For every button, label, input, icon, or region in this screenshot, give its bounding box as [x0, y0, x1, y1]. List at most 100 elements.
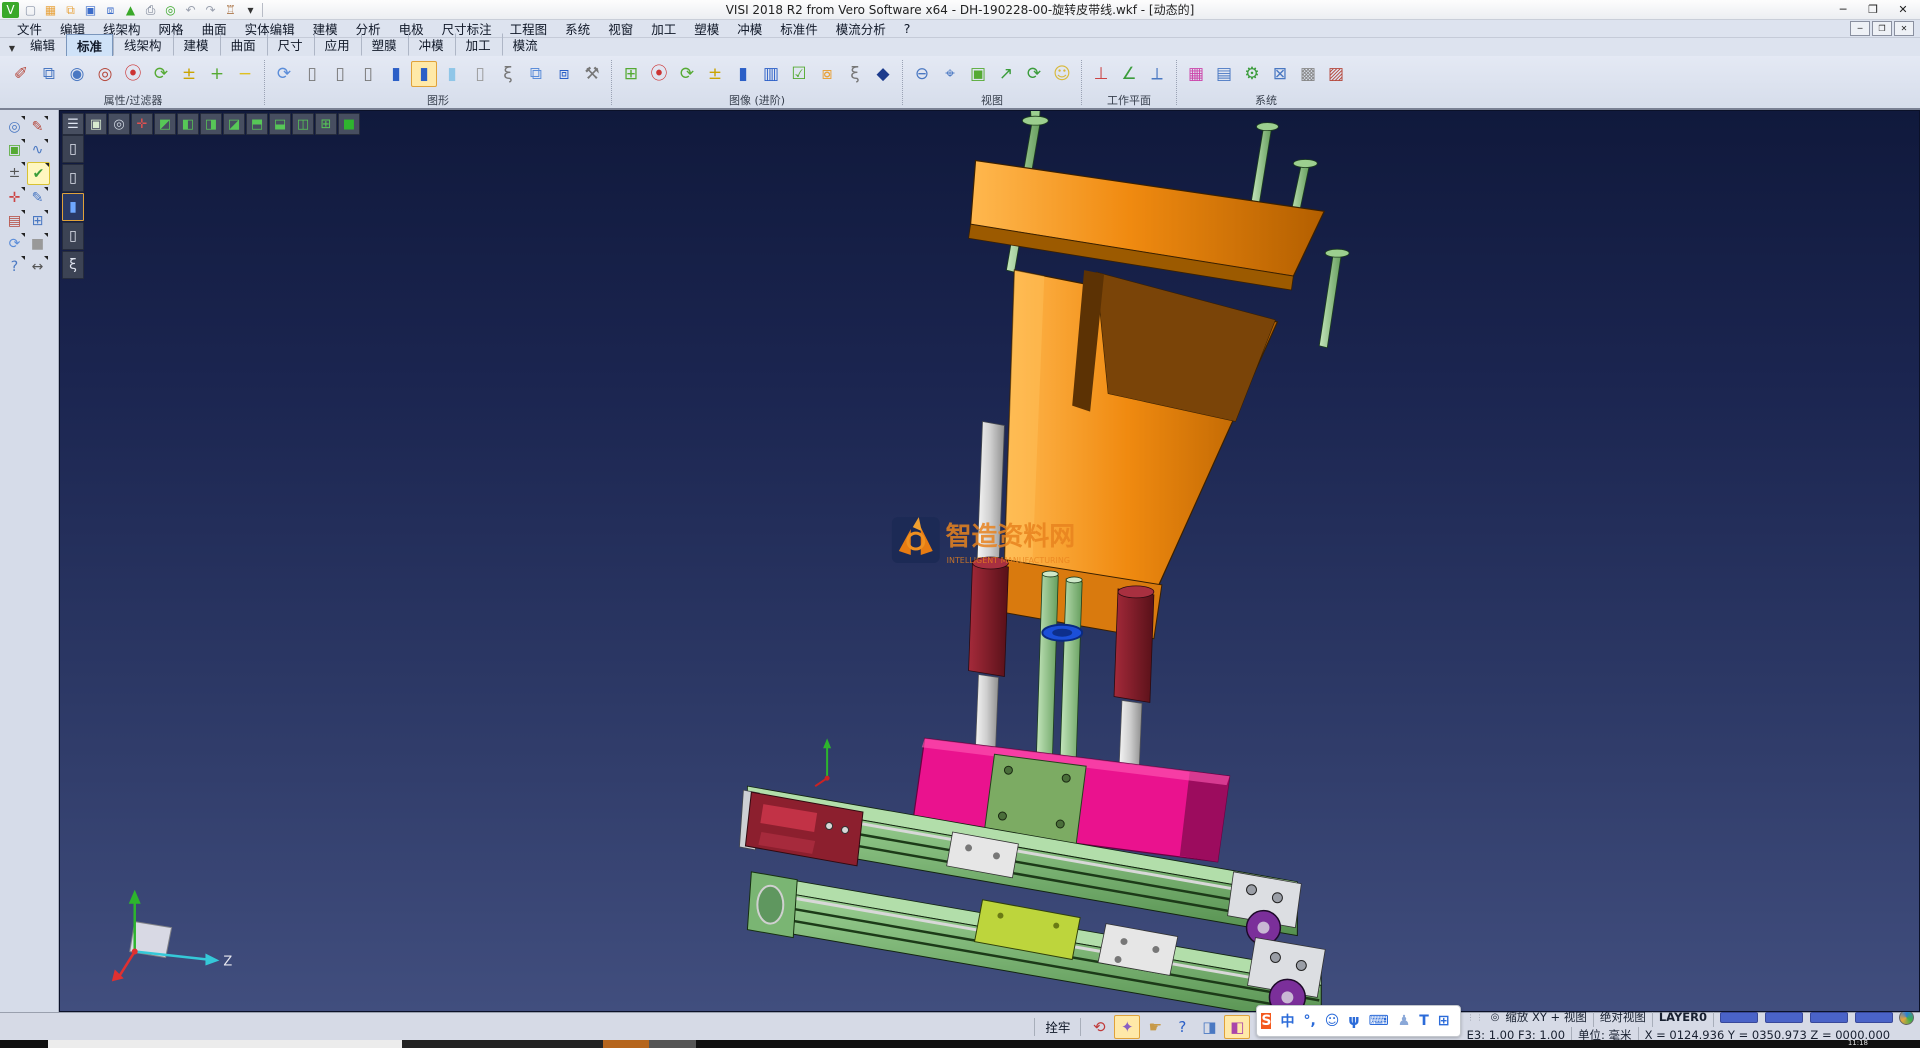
layer-color-swatch[interactable] [1765, 1012, 1803, 1023]
open-folder-icon[interactable]: ▦ [42, 2, 59, 18]
taskbar-segment[interactable] [649, 1040, 696, 1048]
solid-cube-icon[interactable]: ■ [27, 233, 48, 254]
status-help-icon[interactable]: ? [1170, 1016, 1194, 1038]
selection-grid-icon[interactable]: ▩ [1295, 61, 1321, 87]
coil-icon[interactable]: ξ [62, 251, 84, 279]
mdi-minimize-button[interactable]: ─ [1850, 21, 1870, 36]
window-views-icon[interactable]: ⊞ [27, 210, 48, 231]
wireframe-cylinder-icon[interactable]: ▯ [299, 61, 325, 87]
ribbon-tab[interactable]: 线架构 [113, 33, 173, 56]
solid-cylinder-icon[interactable]: ▮ [730, 61, 756, 87]
system-settings-icon[interactable]: ⚙ [1239, 61, 1265, 87]
regenerate-icon[interactable]: ⟳ [4, 233, 25, 254]
fit-rect-icon[interactable]: ▣ [4, 139, 25, 160]
validate-solid-icon[interactable]: ☑ [786, 61, 812, 87]
remove-visibility-icon[interactable]: − [232, 61, 258, 87]
solids-list-icon[interactable]: ▯ [62, 135, 84, 163]
hide-entities-icon[interactable]: ◎ [92, 61, 118, 87]
magic-select-icon[interactable]: ✦ [1114, 1015, 1140, 1039]
menu-item[interactable]: 模流分析 [827, 19, 895, 38]
zoom-window-icon[interactable]: ⌖ [937, 61, 963, 87]
menu-item[interactable]: 系统 [556, 19, 599, 38]
save-as-icon[interactable]: ⧈ [102, 2, 119, 18]
macro-icon[interactable]: ♖ [222, 2, 239, 18]
active-solid-icon[interactable]: ▮ [62, 193, 84, 221]
wireframe-cylinder-icon[interactable]: ▯ [327, 61, 353, 87]
sketch-pencil-icon[interactable]: ✎ [27, 187, 48, 208]
ribbon-tab[interactable]: 塑膜 [361, 33, 408, 56]
lock-label[interactable]: 拴牢 [1041, 1017, 1074, 1036]
sogou-logo[interactable]: S [1261, 1013, 1271, 1029]
layer-palette-icon[interactable]: ▤ [1211, 61, 1237, 87]
spline-pencil-icon[interactable]: ∿ [27, 139, 48, 160]
ribbon-tab[interactable]: 冲模 [408, 33, 455, 56]
layer-color-swatch[interactable] [1720, 1012, 1758, 1023]
zoom-in-out-icon[interactable]: ⊖ [909, 61, 935, 87]
hatched-cylinder-icon[interactable]: ▥ [758, 61, 784, 87]
tag-solid-icon[interactable]: ⧇ [814, 61, 840, 87]
add-visibility-icon[interactable]: + [204, 61, 230, 87]
spring-icon[interactable]: ξ [842, 61, 868, 87]
view-mode-label[interactable]: 绝对视图 [1600, 1011, 1646, 1024]
render-smiley-icon[interactable]: ☺ [1049, 61, 1075, 87]
ribbon-tab[interactable]: 标准 [66, 34, 113, 56]
ime-keyboard-icon[interactable]: ⌨ [1369, 1013, 1389, 1029]
ucs-axes-icon[interactable]: ✛ [4, 187, 25, 208]
view-iso-icon[interactable]: ◩ [154, 113, 176, 135]
ribbon-tab[interactable]: 曲面 [220, 33, 267, 56]
image-filter-icon[interactable]: ⦿ [646, 61, 672, 87]
image-refresh-icon[interactable]: ⟳ [674, 61, 700, 87]
measure-icon[interactable]: ↔ [27, 256, 48, 277]
view-axon-icon[interactable]: ⊞ [315, 113, 337, 135]
ime-toolbox-icon[interactable]: ⊞ [1438, 1013, 1450, 1029]
print-icon[interactable]: ⎙ [142, 2, 159, 18]
ribbon-tab[interactable]: 模流 [502, 33, 549, 56]
ribbon-tab[interactable]: 尺寸 [267, 33, 314, 56]
menu-item[interactable]: 冲模 [728, 19, 771, 38]
ribbon-tab[interactable]: 建模 [173, 33, 220, 56]
paste-cylinder-icon[interactable]: ⧈ [551, 61, 577, 87]
delete-pencil-icon[interactable]: ✎ [27, 116, 48, 137]
menu-item[interactable]: ? [895, 21, 920, 36]
solids-list-icon[interactable]: ▯ [62, 164, 84, 192]
vp-zoom-icon[interactable]: ◎ [108, 113, 130, 135]
cylinder-group-icon[interactable]: ⧉ [523, 61, 549, 87]
sync-icon[interactable]: ⟲ [1087, 1016, 1111, 1038]
viewport-menu-icon[interactable]: ☰ [62, 113, 84, 135]
mdi-restore-button[interactable]: ❐ [1872, 21, 1892, 36]
menu-item[interactable]: 视窗 [599, 19, 642, 38]
view-front-icon[interactable]: ◧ [177, 113, 199, 135]
shaded-gem-icon[interactable]: ◆ [870, 61, 896, 87]
image-toggle-icon[interactable]: ± [702, 61, 728, 87]
workplane-origin-icon[interactable]: ⊥ [1088, 61, 1114, 87]
mdi-close-button[interactable]: ✕ [1894, 21, 1914, 36]
zoom-extent-icon[interactable]: ± [4, 162, 25, 183]
redo-icon[interactable]: ↷ [202, 2, 219, 18]
push-hand-icon[interactable]: ☛ [1143, 1016, 1167, 1038]
show-entities-icon[interactable]: ◉ [64, 61, 90, 87]
workplane-align-icon[interactable]: ∠ [1116, 61, 1142, 87]
vp-fit-view-icon[interactable]: ▣ [85, 113, 107, 135]
view-shaded-icon[interactable]: ■ [338, 113, 360, 135]
copy-document-icon[interactable]: ⧉ [62, 2, 79, 18]
ribbon-tab[interactable]: 编辑 [20, 33, 66, 56]
viewport[interactable]: ☰▣◎✛◩◧◨◪⬒⬓◫⊞■ ▯▯▮▯ξ [59, 110, 1920, 1012]
ime-mic-icon[interactable]: ψ [1348, 1013, 1359, 1029]
ime-punctuation[interactable]: °, [1303, 1013, 1315, 1029]
menu-item[interactable]: 塑模 [685, 19, 728, 38]
traffic-light-filter-icon[interactable]: ⦿ [120, 61, 146, 87]
refresh-visibility-icon[interactable]: ⟳ [148, 61, 174, 87]
layer-color-swatch[interactable] [1855, 1012, 1893, 1023]
confirm-check-icon[interactable]: ✔ [27, 162, 50, 185]
taskbar-segment[interactable] [402, 1040, 603, 1048]
attributes-palette-icon[interactable]: ▤ [4, 210, 25, 231]
network-globe-icon[interactable] [1899, 1010, 1914, 1025]
ime-mode-chinese[interactable]: 中 [1280, 1011, 1294, 1031]
taskbar-window-segment[interactable] [48, 1040, 402, 1048]
color-table-icon[interactable]: ▦ [1183, 61, 1209, 87]
workplane-geometry-icon[interactable]: ⟂ [1144, 61, 1170, 87]
view-top-icon[interactable]: ⬓ [269, 113, 291, 135]
undo-icon[interactable]: ↶ [182, 2, 199, 18]
zoom-select-icon[interactable]: ◎ [4, 116, 25, 137]
ribbon-tab[interactable]: 应用 [314, 33, 361, 56]
